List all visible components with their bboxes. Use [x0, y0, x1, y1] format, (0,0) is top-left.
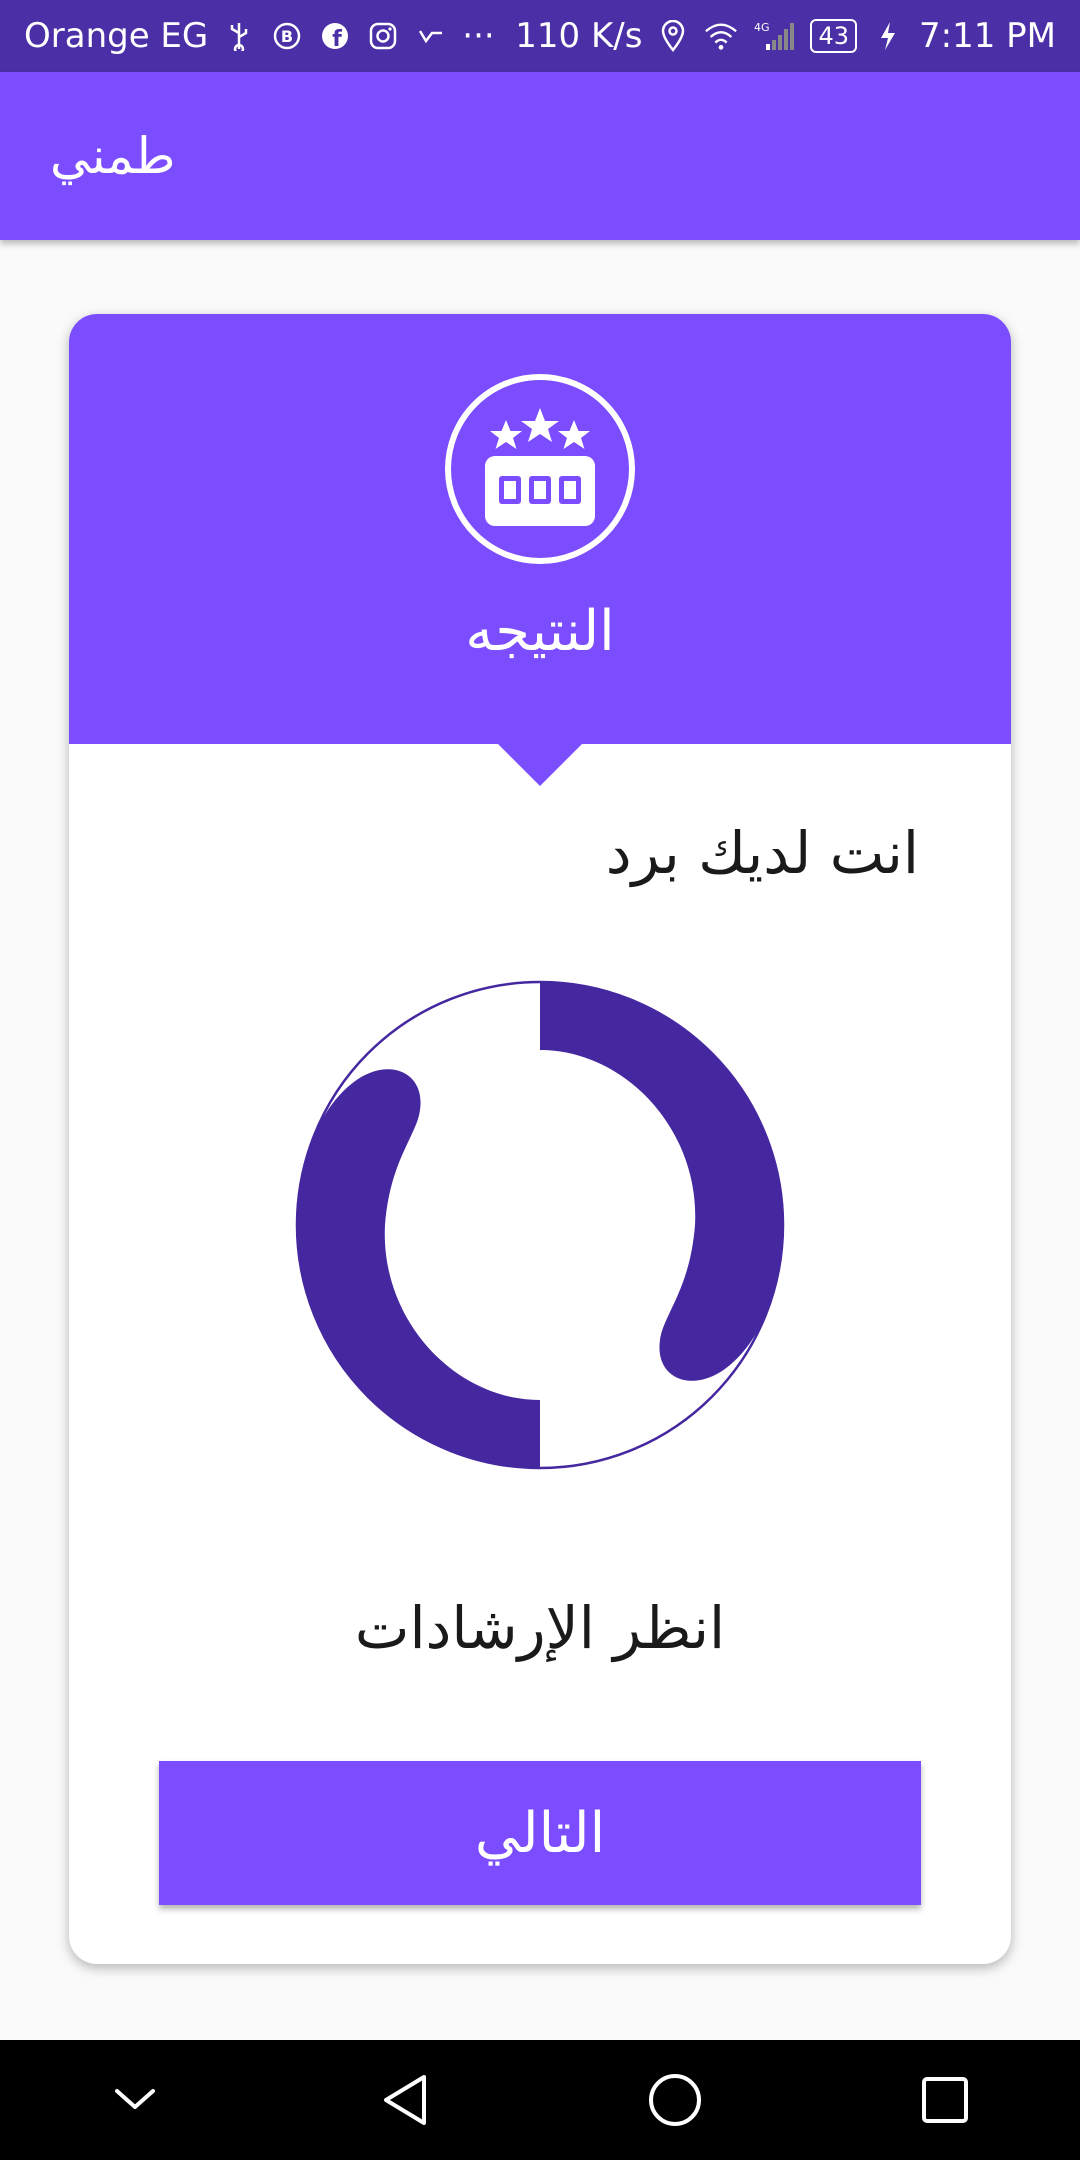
check-icon — [414, 19, 448, 53]
network-speed: 110 K/s — [515, 16, 643, 56]
battery-indicator: 43 — [810, 19, 857, 53]
status-bar: Orange EG B f ··· 110 K/s 4G 43 7:11 PM — [0, 0, 1080, 72]
header-pointer — [497, 743, 583, 786]
charging-bolt-icon — [871, 19, 905, 53]
svg-text:f: f — [332, 27, 342, 51]
cold-result-image — [295, 980, 785, 1470]
svg-text:B: B — [281, 27, 293, 46]
back-icon[interactable] — [345, 2040, 465, 2160]
carrier-label: Orange EG — [24, 16, 209, 56]
b-badge-icon: B — [270, 19, 304, 53]
result-text: انت لديك برد — [605, 819, 919, 887]
guidelines-link[interactable]: انظر الإرشادات — [69, 1594, 1011, 1662]
instagram-icon — [366, 19, 400, 53]
wifi-icon — [704, 19, 738, 53]
result-title: النتيجه — [465, 599, 615, 664]
navigation-bar — [0, 2040, 1080, 2160]
clock: 7:11 PM — [919, 16, 1056, 56]
home-icon[interactable] — [615, 2040, 735, 2160]
app-title: طمني — [50, 127, 176, 185]
facebook-icon: f — [318, 19, 352, 53]
recents-icon[interactable] — [885, 2040, 1005, 2160]
result-card: النتيجه انت لديك برد انظر الإرشادات التا… — [69, 314, 1011, 1964]
app-bar: طمني — [0, 72, 1080, 240]
usb-icon — [222, 19, 256, 53]
chevron-down-icon[interactable] — [75, 2040, 195, 2160]
status-right: 110 K/s 4G 43 7:11 PM — [515, 16, 1056, 56]
status-left: Orange EG B f ··· — [24, 16, 495, 56]
more-notifications-icon: ··· — [462, 16, 495, 56]
network-type-label: 4G — [754, 21, 770, 34]
location-icon — [656, 19, 690, 53]
signal-icon: 4G — [752, 19, 796, 53]
card-header: النتيجه — [69, 314, 1011, 744]
next-button[interactable]: التالي — [159, 1761, 921, 1905]
rating-stars-counter-icon — [445, 374, 635, 564]
